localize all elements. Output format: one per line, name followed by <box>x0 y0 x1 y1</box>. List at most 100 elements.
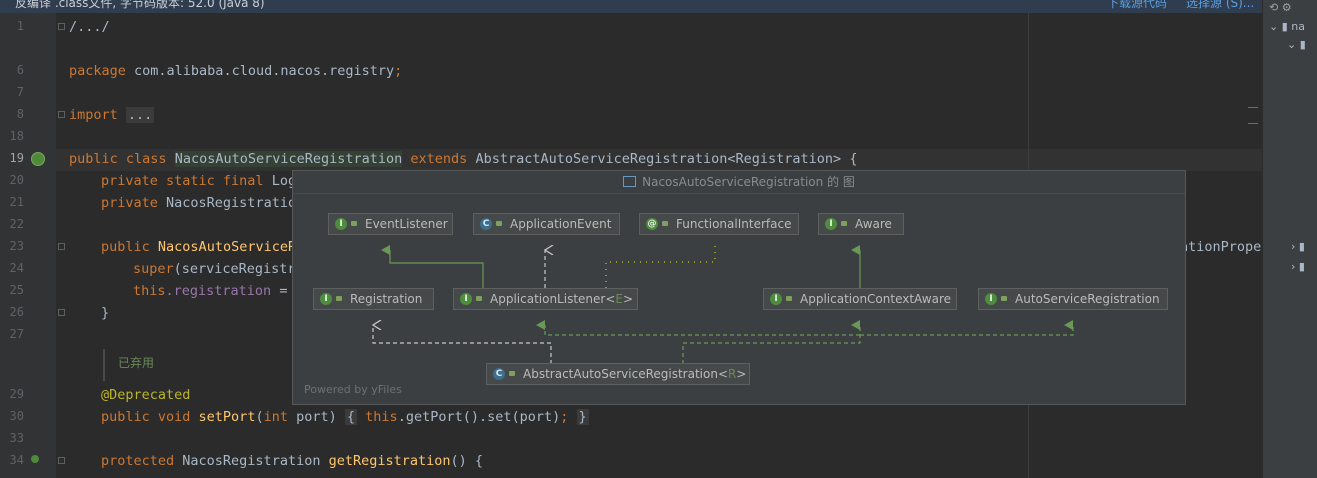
line-number: 30 <box>9 409 24 423</box>
folded-brace-open[interactable]: { <box>344 409 358 425</box>
lock-icon <box>336 296 342 301</box>
editor-gutter: 1 6 7 8 18 19 20 21 22 23 24 25 26 27 29… <box>0 13 56 478</box>
node-aware[interactable]: I Aware <box>818 213 904 235</box>
interface-icon: I <box>335 218 347 230</box>
interface-icon: I <box>320 293 332 305</box>
line-number: 29 <box>9 387 24 401</box>
line-number: 20 <box>9 173 24 187</box>
node-label: ApplicationEvent <box>510 217 612 231</box>
keyword-public: public <box>101 239 150 255</box>
powered-by-label: Powered by yFiles <box>304 383 402 396</box>
lock-icon <box>476 296 482 301</box>
edge-implements <box>682 320 861 364</box>
interface-icon: I <box>770 293 782 305</box>
banner-text: 反编译 .class文件, 字节码版本: 52.0 (Java 8) <box>15 0 265 10</box>
fold-marker[interactable] <box>58 243 65 250</box>
class-icon: C <box>480 218 492 230</box>
edge-dependency <box>373 325 552 364</box>
tree-root-label: na <box>1291 20 1305 33</box>
node-label: FunctionalInterface <box>676 217 792 231</box>
keyword-package: package <box>69 63 126 79</box>
field-type: NacosRegistratio <box>157 195 297 211</box>
node-application-event[interactable]: C ApplicationEvent <box>473 213 620 235</box>
fold-marker[interactable] <box>58 457 65 464</box>
keyword-public-class: public class <box>69 151 167 167</box>
code-line-26: } <box>101 302 109 324</box>
chevron-down-icon: ⌄ ▮ <box>1269 20 1292 33</box>
fold-marker[interactable] <box>58 309 65 316</box>
params: () { <box>450 453 484 469</box>
toolbar-icons[interactable]: ⟲ ⚙ <box>1269 1 1292 14</box>
overrides-method-icon[interactable] <box>31 455 39 463</box>
code-line-24: super(serviceRegistr <box>133 258 296 280</box>
node-label-main: AbstractAutoServiceRegistration< <box>523 367 729 381</box>
line-number: 6 <box>16 63 24 77</box>
method-setport: setPort <box>198 409 256 425</box>
code-line-8: import ... <box>69 104 155 126</box>
super-call: (serviceRegistr <box>173 261 296 277</box>
superclass: AbstractAutoServiceRegistration<Registra… <box>467 151 858 167</box>
node-functional-interface[interactable]: @ FunctionalInterface <box>639 213 799 235</box>
tree-child[interactable]: ⌄ ▮ <box>1287 38 1306 51</box>
fold-marker[interactable] <box>58 23 65 30</box>
project-tool-window: ⟲ ⚙ ⌄ ▮ na ⌄ ▮ › ▮ › ▮ <box>1262 0 1317 478</box>
code-line-23: public NacosAutoServiceR <box>101 236 296 258</box>
node-application-context-aware[interactable]: I ApplicationContextAware <box>763 288 957 310</box>
lock-icon <box>351 221 357 226</box>
node-event-listener[interactable]: I EventListener <box>328 213 453 235</box>
implemented-methods-icon[interactable] <box>31 152 45 166</box>
class-name[interactable]: NacosAutoServiceRegistration <box>174 151 403 167</box>
code-line-23-tail: ationPrope <box>1180 236 1261 258</box>
semicolon: ; <box>394 63 403 79</box>
line-number: 8 <box>16 107 24 121</box>
lock-icon <box>496 221 502 226</box>
keyword-super: super <box>133 261 174 277</box>
node-label: Registration <box>350 292 423 306</box>
assignment: = <box>271 283 288 299</box>
lock-icon <box>509 371 515 376</box>
choose-sources-link[interactable]: 选择源 (S)... <box>1186 0 1254 11</box>
keyword-int: int <box>263 409 288 425</box>
package-name: com.alibaba.cloud.nacos.registry <box>125 63 395 79</box>
node-auto-service-registration[interactable]: I AutoServiceRegistration <box>978 288 1168 310</box>
decompiled-banner: 反编译 .class文件, 字节码版本: 52.0 (Java 8) 下载源代码… <box>0 0 1262 13</box>
line-number: 27 <box>9 327 24 341</box>
line-number: 18 <box>9 129 24 143</box>
node-label: Aware <box>855 217 892 231</box>
param-type-tail: ationPrope <box>1180 239 1262 255</box>
semicolon: ; <box>560 409 569 425</box>
constructor-name: NacosAutoServiceR <box>157 239 297 255</box>
keyword-public-void: public void <box>101 409 191 425</box>
lock-icon <box>841 221 847 226</box>
folded-brace-close[interactable]: } <box>576 409 589 425</box>
collapsed-header[interactable]: /.../ <box>69 19 110 35</box>
diagram-popup[interactable]: NacosAutoServiceRegistration 的 图 I Event… <box>292 170 1186 405</box>
closing-brace: } <box>101 305 110 321</box>
node-registration[interactable]: I Registration <box>313 288 434 310</box>
code-line-34: protected NacosRegistration getRegistrat… <box>101 450 483 472</box>
line-number: 19 <box>9 151 24 165</box>
chevron-down-icon: ⌄ ▮ <box>1287 38 1306 51</box>
line-number: 26 <box>9 305 24 319</box>
collapsed-imports[interactable]: ... <box>125 107 155 123</box>
line-number: 22 <box>9 217 24 231</box>
code-line-21: private NacosRegistratio <box>101 192 296 214</box>
node-abstract-auto-service-registration[interactable]: C AbstractAutoServiceRegistration<R> <box>486 363 750 385</box>
node-label-end: > <box>736 367 747 381</box>
keyword-modifiers: private static final <box>101 173 264 189</box>
lock-icon <box>1001 296 1007 301</box>
tree-root[interactable]: ⌄ ▮ na <box>1269 20 1305 33</box>
lock-icon <box>662 221 668 226</box>
node-label: ApplicationContextAware <box>800 292 952 306</box>
line-number: 25 <box>9 283 24 297</box>
tree-item[interactable]: › ▮ <box>1291 260 1305 273</box>
node-application-listener[interactable]: I ApplicationListener<E> <box>453 288 638 310</box>
type-param: E <box>615 292 623 306</box>
line-number: 34 <box>9 453 24 467</box>
fold-marker[interactable] <box>58 111 65 118</box>
code-line-19: public class NacosAutoServiceRegistratio… <box>69 148 857 170</box>
edge-extends <box>381 245 484 288</box>
download-sources-link[interactable]: 下载源代码 <box>1107 0 1167 11</box>
deprecated-doc: 已弃用 <box>103 349 154 381</box>
tree-item[interactable]: › ▮ <box>1291 240 1305 253</box>
